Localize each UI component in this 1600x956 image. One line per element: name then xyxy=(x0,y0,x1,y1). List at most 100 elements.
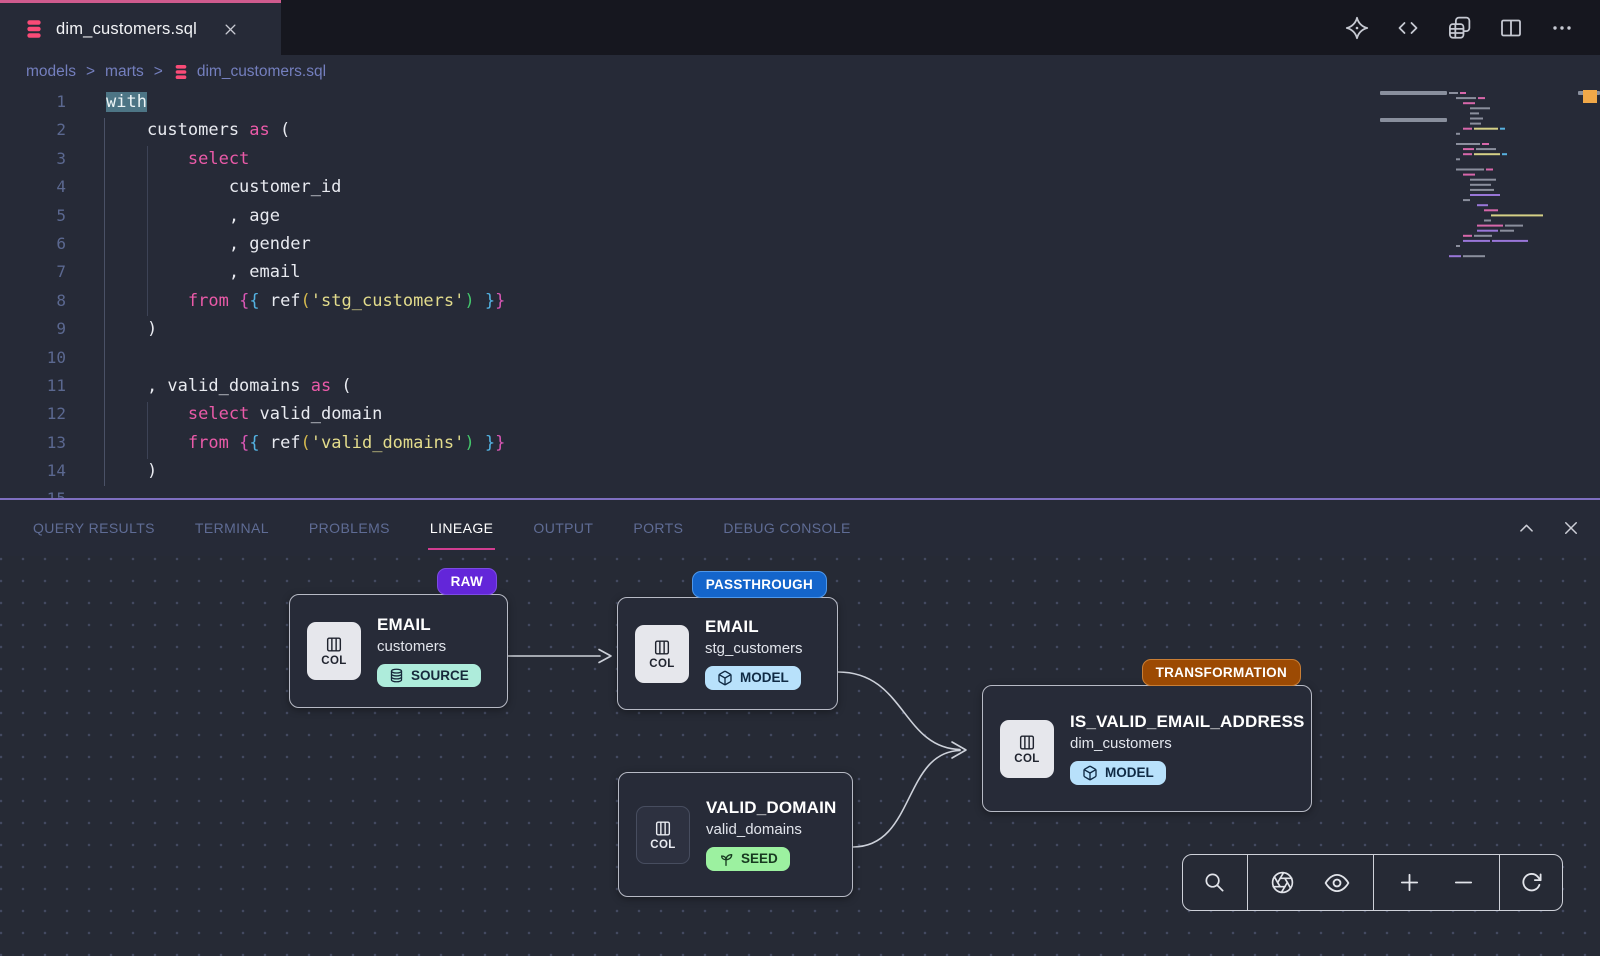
eye-icon[interactable] xyxy=(1318,864,1356,902)
panel-tab-terminal[interactable]: TERMINAL xyxy=(195,500,269,556)
close-icon[interactable] xyxy=(223,22,238,37)
line-number: 15 xyxy=(0,485,80,498)
node-badge-model: MODEL xyxy=(1070,761,1166,785)
lineage-tag-transformation: TRANSFORMATION xyxy=(1142,659,1301,686)
lineage-node-dim_customers[interactable]: TRANSFORMATIONCOL IS_VALID_EMAIL_ADDRESS… xyxy=(982,685,1312,812)
line-number: 1 xyxy=(0,88,80,116)
column-icon: COL xyxy=(636,806,690,864)
cube-icon xyxy=(717,670,733,686)
code-icon[interactable] xyxy=(1396,16,1420,40)
code-line: , gender xyxy=(80,230,1480,258)
line-number-gutter: 123456789101112131415 xyxy=(0,88,80,498)
editor-tab-bar: dim_customers.sql xyxy=(0,0,1600,55)
indent-guide xyxy=(147,146,148,316)
line-number: 11 xyxy=(0,372,80,400)
lineage-node-valid_domains[interactable]: COL VALID_DOMAIN valid_domains SEED xyxy=(618,772,853,897)
breadcrumb-separator: > xyxy=(154,63,163,81)
minimap-highlight xyxy=(1380,91,1447,95)
panel-tab-debug-console[interactable]: DEBUG CONSOLE xyxy=(723,500,850,556)
code-line: select valid_domain xyxy=(80,400,1480,428)
tab-title: dim_customers.sql xyxy=(56,20,197,39)
minimap[interactable] xyxy=(1449,90,1549,275)
code-content: with customers as ( select customer_id ,… xyxy=(80,88,1480,498)
panel-actions xyxy=(1517,500,1580,556)
panel-tab-ports[interactable]: PORTS xyxy=(633,500,683,556)
code-line: ) xyxy=(80,315,1480,343)
editor-tab[interactable]: dim_customers.sql xyxy=(0,0,281,55)
dbt-logo-icon[interactable] xyxy=(1345,16,1369,40)
chevron-up-icon[interactable] xyxy=(1517,519,1536,538)
more-icon[interactable] xyxy=(1550,16,1574,40)
breadcrumb-marts[interactable]: marts xyxy=(105,63,144,81)
node-subtitle: dim_customers xyxy=(1070,735,1305,752)
code-editor[interactable]: 123456789101112131415 with customers as … xyxy=(0,88,1600,498)
line-number: 9 xyxy=(0,315,80,343)
aperture-icon[interactable] xyxy=(1264,864,1301,901)
seedling-icon xyxy=(718,851,734,867)
code-line: , email xyxy=(80,258,1480,286)
code-line xyxy=(80,344,1480,372)
breadcrumb-models[interactable]: models xyxy=(26,63,76,81)
code-line: customers as ( xyxy=(80,116,1480,144)
line-number: 5 xyxy=(0,202,80,230)
database-icon xyxy=(389,668,404,683)
code-line: from {{ ref('stg_customers') }} xyxy=(80,287,1480,315)
node-title: VALID_DOMAIN xyxy=(706,798,837,818)
lineage-tag-passthrough: PASSTHROUGH xyxy=(692,571,827,598)
line-number: 3 xyxy=(0,145,80,173)
plus-icon[interactable] xyxy=(1392,865,1427,900)
node-subtitle: customers xyxy=(377,638,481,655)
code-line: , valid_domains as ( xyxy=(80,372,1480,400)
lineage-node-stg_customers[interactable]: PASSTHROUGHCOL EMAIL stg_customers MODEL xyxy=(617,597,838,710)
node-subtitle: stg_customers xyxy=(705,640,803,657)
lineage-node-customers[interactable]: RAWCOL EMAIL customers SOURCE xyxy=(289,594,508,708)
line-number: 4 xyxy=(0,173,80,201)
search-icon[interactable] xyxy=(1197,865,1232,900)
database-icon xyxy=(24,19,44,39)
breadcrumb: models > marts > dim_customers.sql xyxy=(0,55,1600,88)
panel-tab-query-results[interactable]: QUERY RESULTS xyxy=(33,500,155,556)
line-number: 13 xyxy=(0,429,80,457)
panel-tab-problems[interactable]: PROBLEMS xyxy=(309,500,390,556)
copy-table-icon[interactable] xyxy=(1447,15,1472,40)
code-line xyxy=(80,485,1480,498)
code-line: select xyxy=(80,145,1480,173)
minimap-highlight xyxy=(1380,118,1447,122)
app-window: dim_customers.sql xyxy=(0,0,1600,956)
node-title: EMAIL xyxy=(705,617,803,637)
panel-tab-output[interactable]: OUTPUT xyxy=(533,500,593,556)
editor-actions xyxy=(1345,0,1574,55)
line-number: 8 xyxy=(0,287,80,315)
overview-ruler-marker-orange xyxy=(1583,90,1597,103)
node-badge-seed: SEED xyxy=(706,847,790,871)
split-editor-icon[interactable] xyxy=(1499,16,1523,40)
code-line: from {{ ref('valid_domains') }} xyxy=(80,429,1480,457)
line-number: 7 xyxy=(0,258,80,286)
line-number: 14 xyxy=(0,457,80,485)
indent-guide xyxy=(104,118,105,486)
node-subtitle: valid_domains xyxy=(706,821,837,838)
indent-guide xyxy=(147,402,148,459)
database-icon xyxy=(173,64,189,80)
breadcrumb-file[interactable]: dim_customers.sql xyxy=(173,63,326,81)
refresh-icon[interactable] xyxy=(1514,865,1549,900)
lineage-toolbar xyxy=(1182,854,1563,911)
column-icon: COL xyxy=(307,622,361,680)
panel-tab-lineage[interactable]: LINEAGE xyxy=(430,500,494,556)
panel-tab-bar: QUERY RESULTS TERMINAL PROBLEMS LINEAGE OUTP… xyxy=(0,500,1600,556)
code-line: , age xyxy=(80,202,1480,230)
lineage-canvas[interactable]: RAWCOL EMAIL customers SOURCE PASSTHROUG… xyxy=(0,556,1600,956)
breadcrumb-separator: > xyxy=(86,63,95,81)
line-number: 12 xyxy=(0,400,80,428)
code-line: ) xyxy=(80,457,1480,485)
minus-icon[interactable] xyxy=(1446,865,1481,900)
line-number: 2 xyxy=(0,116,80,144)
lineage-tag-raw: RAW xyxy=(437,568,497,595)
node-badge-model: MODEL xyxy=(705,666,801,690)
line-number: 10 xyxy=(0,344,80,372)
node-badge-source: SOURCE xyxy=(377,664,481,687)
close-icon[interactable] xyxy=(1562,519,1580,537)
column-icon: COL xyxy=(1000,720,1054,778)
line-number: 6 xyxy=(0,230,80,258)
code-line: customer_id xyxy=(80,173,1480,201)
